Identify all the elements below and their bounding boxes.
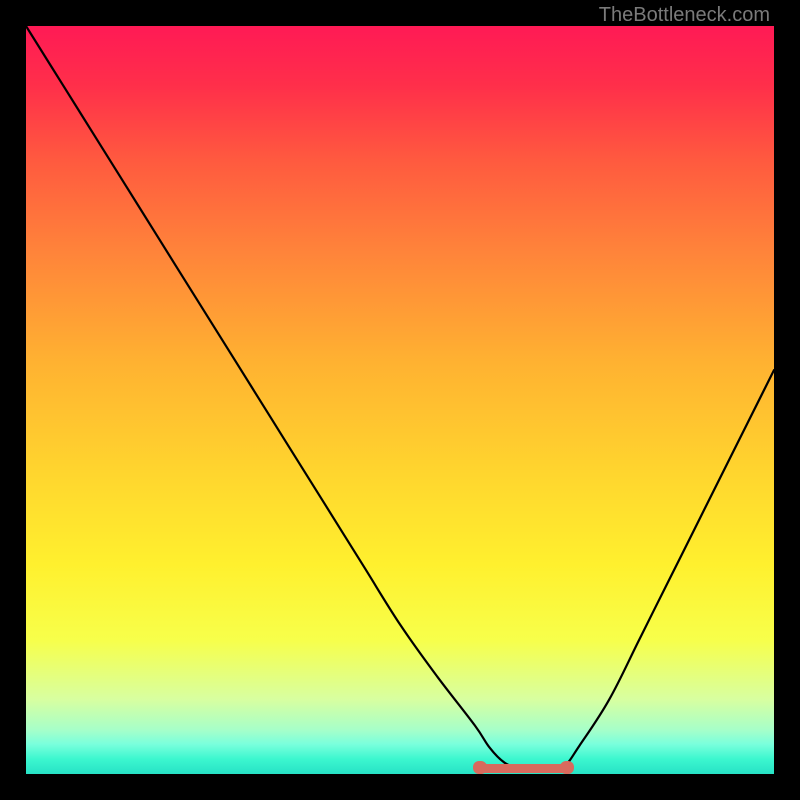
highlight-segment-cap (473, 761, 487, 774)
bottleneck-curve (26, 26, 774, 774)
watermark-text: TheBottleneck.com (599, 4, 770, 27)
plot-area (26, 26, 774, 774)
highlight-segment-cap (560, 761, 574, 774)
chart-frame: TheBottleneck.com (0, 0, 800, 800)
highlight-segment (475, 764, 572, 773)
